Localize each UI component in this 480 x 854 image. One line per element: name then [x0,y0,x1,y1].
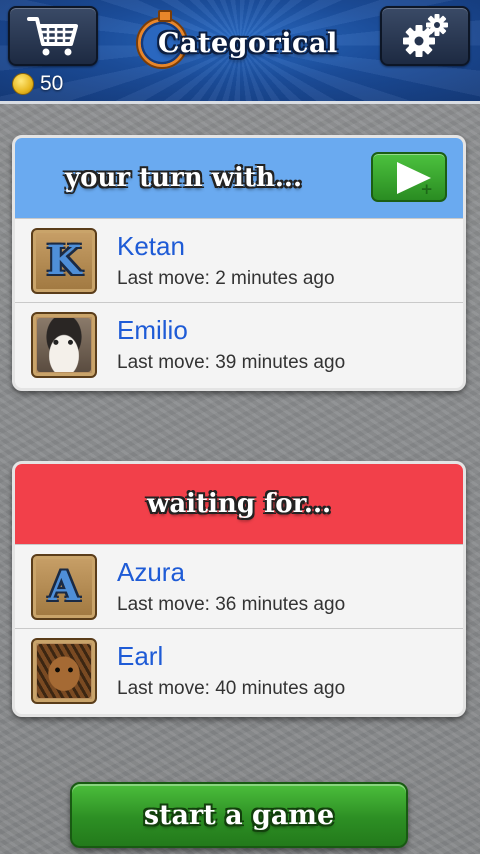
your-turn-title: your turn with... [65,163,302,193]
last-move-text: Last move: 40 minutes ago [117,678,346,699]
avatar-letter: A [48,563,80,610]
app-logo: Categorical [136,10,346,74]
last-move-text: Last move: 36 minutes ago [117,594,346,615]
coin-count: 50 [40,72,64,95]
app-title: Categorical [158,27,338,59]
avatar-letter: K [46,237,82,284]
your-turn-header: your turn with... [15,138,463,218]
waiting-title: waiting for... [146,489,332,519]
avatar [31,311,97,378]
player-name: Ketan [117,231,185,261]
game-row-earl[interactable]: Earl Last move: 40 minutes ago [15,628,463,712]
start-game-button[interactable]: start a game [70,782,408,848]
game-row-ketan[interactable]: K Ketan Last move: 2 minutes ago [15,218,463,302]
cat-photo [37,317,91,372]
game-row-azura[interactable]: A Azura Last move: 36 minutes ago [15,544,463,628]
player-name: Emilio [117,315,188,345]
shop-button[interactable] [8,6,98,66]
coin-balance: 50 [12,72,63,96]
player-name: Earl [117,641,164,671]
waiting-header: waiting for... [15,464,463,544]
gears-icon [403,14,448,57]
your-turn-panel: your turn with... K Ketan Last move: 2 m… [12,135,466,391]
top-bar: Categorical 50 [0,0,480,104]
coin-icon [12,73,34,95]
shopping-cart-icon [27,17,78,56]
avatar [31,637,97,704]
start-game-label: start a game [143,799,335,831]
game-row-emilio[interactable]: Emilio Last move: 39 minutes ago [15,302,463,386]
avatar: K [31,227,97,294]
last-move-text: Last move: 2 minutes ago [117,268,335,289]
last-move-text: Last move: 39 minutes ago [117,352,346,373]
avatar: A [31,553,97,620]
cat-photo [37,643,91,698]
play-turn-button[interactable] [371,152,447,202]
waiting-panel: waiting for... A Azura Last move: 36 min… [12,461,466,717]
player-name: Azura [117,557,185,587]
settings-button[interactable] [380,6,470,66]
